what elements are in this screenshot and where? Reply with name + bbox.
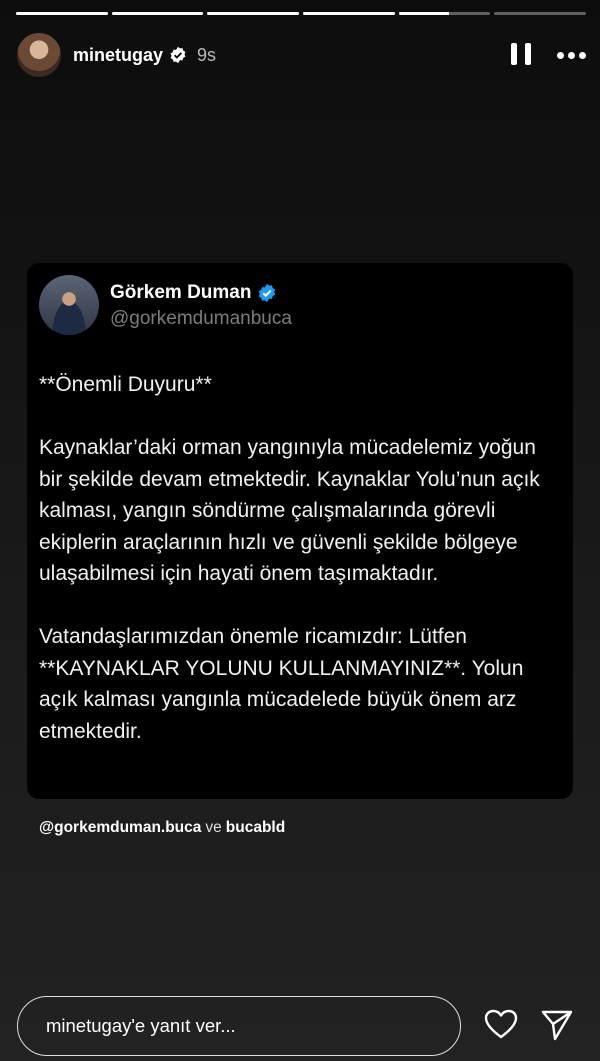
- tweet-paragraph: Vatandaşlarımızdan önemle ricamızdır: Lü…: [39, 625, 524, 743]
- tweet-paragraph: Kaynaklar’daki orman yangınıyla mücadele…: [39, 436, 540, 585]
- progress-segment: [16, 12, 108, 15]
- progress-segment: [111, 12, 204, 15]
- progress-segment: [207, 12, 300, 15]
- story-time: 9s: [197, 44, 217, 65]
- tweet-text: **Önemli Duyuru** Kaynaklar’daki orman y…: [39, 369, 564, 747]
- tweet-handle: @gorkemdumanbuca: [110, 308, 292, 329]
- heart-icon[interactable]: [484, 1009, 518, 1044]
- avatar: [39, 275, 99, 335]
- more-options-icon[interactable]: [557, 51, 586, 59]
- progress-segment: [494, 12, 587, 15]
- reply-placeholder: minetugay'e yanıt ver...: [46, 1015, 236, 1036]
- tweet-card: Görkem Duman @gorkemdumanbuca **Önemli D…: [27, 263, 573, 799]
- send-icon[interactable]: [540, 1008, 574, 1047]
- mention-tags: @gorkemduman.buca ve bucabld: [39, 819, 285, 837]
- story-header: minetugay 9s: [17, 33, 586, 77]
- verified-badge-icon: [257, 283, 277, 303]
- tweet-paragraph: **Önemli Duyuru**: [39, 373, 212, 396]
- verified-badge-icon: [169, 46, 187, 64]
- mention-link[interactable]: @gorkemduman.buca: [39, 819, 201, 836]
- avatar[interactable]: [17, 33, 61, 77]
- pause-icon[interactable]: [511, 43, 531, 67]
- story-username[interactable]: minetugay: [73, 45, 163, 66]
- tweet-author: Görkem Duman: [110, 282, 277, 304]
- progress-segment: [303, 12, 395, 15]
- mention-link[interactable]: bucabld: [226, 819, 285, 836]
- story-progress-bar: [16, 12, 587, 15]
- tweet-author-name: Görkem Duman: [110, 282, 252, 303]
- reply-input[interactable]: minetugay'e yanıt ver...: [17, 996, 461, 1056]
- progress-segment: [398, 12, 491, 15]
- mention-separator: ve: [205, 819, 222, 836]
